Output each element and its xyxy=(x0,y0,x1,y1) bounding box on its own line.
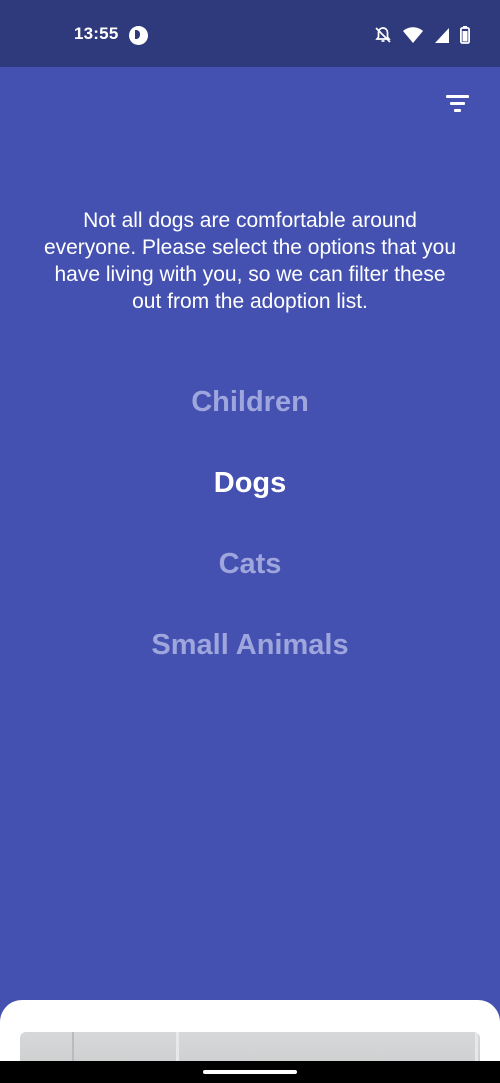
status-time: 13:55 xyxy=(74,24,119,43)
battery-icon xyxy=(460,26,470,44)
option-children[interactable]: Children xyxy=(0,382,500,463)
notifications-muted-icon xyxy=(375,27,391,43)
home-indicator[interactable] xyxy=(203,1070,297,1074)
household-options: Children Dogs Cats Small Animals xyxy=(0,382,500,706)
wifi-icon xyxy=(403,27,423,43)
navigation-bar xyxy=(0,1061,500,1083)
status-icons xyxy=(374,24,470,46)
cell-signal-icon xyxy=(435,28,449,43)
option-dogs[interactable]: Dogs xyxy=(0,463,500,544)
option-cats[interactable]: Cats xyxy=(0,544,500,625)
filter-screen: Not all dogs are comfortable around ever… xyxy=(0,67,500,1000)
option-small-animals[interactable]: Small Animals xyxy=(0,625,500,706)
filter-list-icon[interactable] xyxy=(446,93,472,115)
status-bar: 13:55 xyxy=(0,0,500,67)
intro-text: Not all dogs are comfortable around ever… xyxy=(43,209,457,313)
app-notification-icon xyxy=(129,26,148,45)
